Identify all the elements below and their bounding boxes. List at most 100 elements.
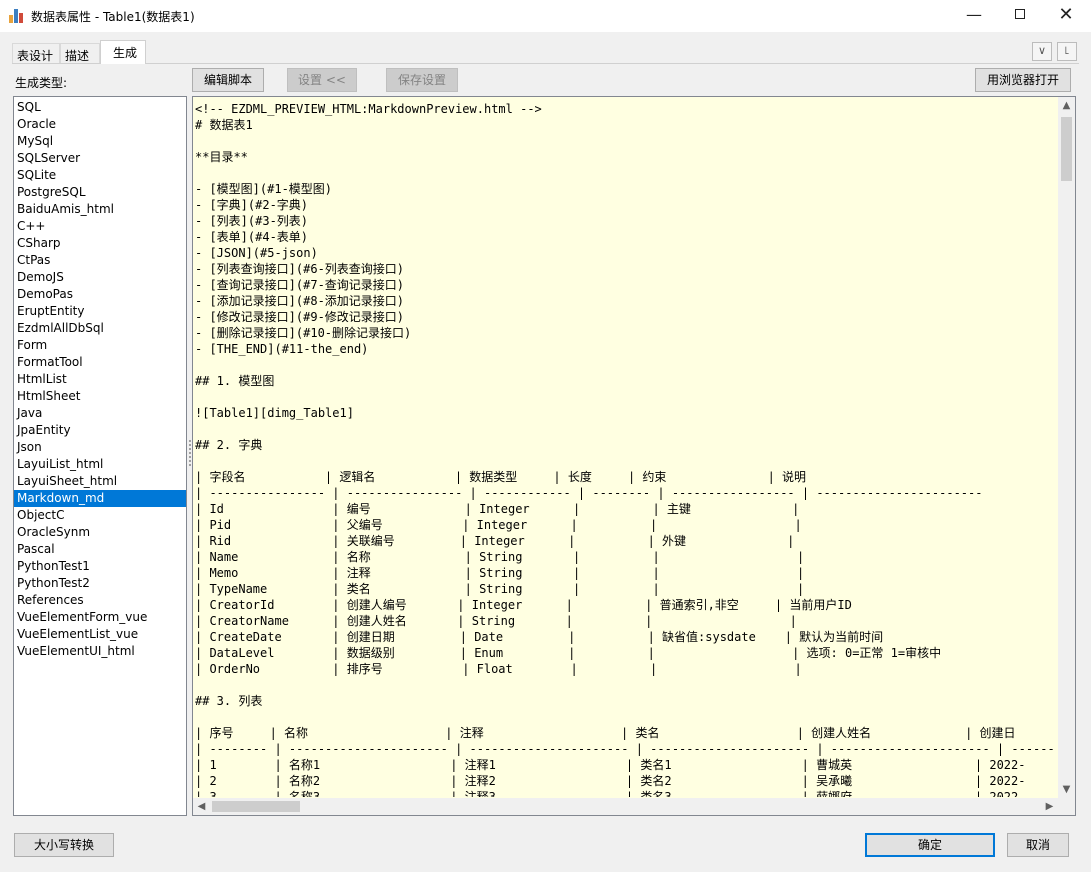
list-item[interactable]: PythonTest2 <box>14 575 186 592</box>
code-line: | CreatorName | 创建人姓名 | String | | | <box>195 614 797 628</box>
list-item[interactable]: Oracle <box>14 116 186 133</box>
list-item[interactable]: LayuiSheet_html <box>14 473 186 490</box>
vertical-scrollbar[interactable]: ▲ ▼ <box>1058 97 1075 798</box>
list-item[interactable]: VueElementForm_vue <box>14 609 186 626</box>
list-item[interactable]: DemoJS <box>14 269 186 286</box>
list-item[interactable]: Pascal <box>14 541 186 558</box>
code-line: ## 3. 列表 <box>195 694 263 708</box>
code-line: | OrderNo | 排序号 | Float | | | <box>195 662 802 676</box>
code-line: ## 1. 模型图 <box>195 374 275 388</box>
code-line: - [修改记录接口](#9-修改记录接口) <box>195 310 405 324</box>
code-line: ![Table1][dimg_Table1] <box>195 406 354 420</box>
code-line: - [添加记录接口](#8-添加记录接口) <box>195 294 405 308</box>
list-item[interactable]: DemoPas <box>14 286 186 303</box>
code-line: - [JSON](#5-json) <box>195 246 318 260</box>
list-item[interactable]: EzdmlAllDbSql <box>14 320 186 337</box>
list-item[interactable]: Java <box>14 405 186 422</box>
list-item[interactable]: CtPas <box>14 252 186 269</box>
code-text[interactable]: <!-- EZDML_PREVIEW_HTML:MarkdownPreview.… <box>195 99 1058 797</box>
case-convert-button[interactable]: 大小写转换 <box>14 833 114 857</box>
code-line: # 数据表1 <box>195 118 253 132</box>
scroll-right-icon[interactable]: ▶ <box>1041 798 1058 815</box>
open-in-browser-button[interactable]: 用浏览器打开 <box>975 68 1071 92</box>
list-item[interactable]: C++ <box>14 218 186 235</box>
code-line: - [删除记录接口](#10-删除记录接口) <box>195 326 412 340</box>
title-bar: 数据表属性 - Table1(数据表1) — ✕ <box>0 0 1091 32</box>
horizontal-scroll-thumb[interactable] <box>212 801 300 812</box>
tab-description[interactable]: 描述 <box>60 43 100 63</box>
scroll-corner <box>1058 798 1075 815</box>
list-item[interactable]: SQLite <box>14 167 186 184</box>
list-item[interactable]: FormatTool <box>14 354 186 371</box>
code-line: | Name | 名称 | String | | | <box>195 550 805 564</box>
pin-button[interactable]: ꜖ <box>1057 42 1077 61</box>
edit-script-button[interactable]: 编辑脚本 <box>192 68 264 92</box>
list-item[interactable]: JpaEntity <box>14 422 186 439</box>
list-item[interactable]: HtmlSheet <box>14 388 186 405</box>
maximize-button[interactable] <box>997 0 1043 32</box>
vertical-scroll-thumb[interactable] <box>1061 117 1072 181</box>
code-line: - [列表](#3-列表) <box>195 214 309 228</box>
code-line: - [模型图](#1-模型图) <box>195 182 333 196</box>
tab-generate[interactable]: 生成 <box>100 40 146 64</box>
list-item[interactable]: VueElementUI_html <box>14 643 186 660</box>
list-item[interactable]: Markdown_md <box>14 490 186 507</box>
settings-button[interactable]: 设置 << <box>287 68 357 92</box>
app-icon <box>9 9 23 23</box>
list-item[interactable]: BaiduAmis_html <box>14 201 186 218</box>
code-line: - [查询记录接口](#7-查询记录接口) <box>195 278 405 292</box>
list-item[interactable]: VueElementList_vue <box>14 626 186 643</box>
code-line: ## 2. 字典 <box>195 438 263 452</box>
code-line: | 字段名 | 逻辑名 | 数据类型 | 长度 | 约束 | 说明 <box>195 470 807 484</box>
list-item[interactable]: EruptEntity <box>14 303 186 320</box>
generate-type-list[interactable]: SQL Oracle MySql SQLServer SQLite PostgreSQL B… <box>13 96 187 816</box>
code-line: **目录** <box>195 150 248 164</box>
scroll-up-icon[interactable]: ▲ <box>1058 97 1075 114</box>
list-item[interactable]: SQL <box>14 99 186 116</box>
list-item[interactable]: ObjectC <box>14 507 186 524</box>
code-line: - [列表查询接口](#6-列表查询接口) <box>195 262 405 276</box>
code-line: | 2 | 名称2 | 注释2 | 类名2 | 吴承曦 | 2022- <box>195 774 1026 788</box>
list-item[interactable]: OracleSynm <box>14 524 186 541</box>
list-item[interactable]: LayuiList_html <box>14 456 186 473</box>
code-line: - [表单](#4-表单) <box>195 230 309 244</box>
code-line: | Id | 编号 | Integer | | 主键 | <box>195 502 800 516</box>
splitter-grip[interactable] <box>189 440 191 470</box>
collapse-button[interactable]: ∨ <box>1032 42 1052 61</box>
scroll-left-icon[interactable]: ◀ <box>193 798 210 815</box>
code-line: | Memo | 注释 | String | | | <box>195 566 805 580</box>
code-line: - [字典](#2-字典) <box>195 198 309 212</box>
save-settings-button[interactable]: 保存设置 <box>386 68 458 92</box>
close-button[interactable]: ✕ <box>1043 0 1089 32</box>
list-item[interactable]: PythonTest1 <box>14 558 186 575</box>
horizontal-scrollbar[interactable]: ◀ ▶ <box>193 798 1058 815</box>
minimize-button[interactable]: — <box>951 0 997 32</box>
tab-divider <box>12 63 1079 64</box>
list-item[interactable]: SQLServer <box>14 150 186 167</box>
list-item[interactable]: MySql <box>14 133 186 150</box>
list-item[interactable]: Form <box>14 337 186 354</box>
tab-table-design[interactable]: 表设计 <box>12 43 60 63</box>
code-line: | 1 | 名称1 | 注释1 | 类名1 | 曹城英 | 2022- <box>195 758 1026 772</box>
generate-type-label: 生成类型: <box>15 76 68 90</box>
code-line: | DataLevel | 数据级别 | Enum | | | 选项: 0=正常… <box>195 646 942 660</box>
list-item[interactable]: References <box>14 592 186 609</box>
code-line: | ---------------- | ---------------- | … <box>195 486 983 500</box>
code-line: | Rid | 关联编号 | Integer | | 外键 | <box>195 534 795 548</box>
list-item[interactable]: Json <box>14 439 186 456</box>
code-line: | CreatorId | 创建人编号 | Integer | | 普通索引,非… <box>195 598 852 612</box>
code-line: | -------- | ---------------------- | --… <box>195 742 1055 756</box>
scroll-down-icon[interactable]: ▼ <box>1058 781 1075 798</box>
code-line: | Pid | 父编号 | Integer | | | <box>195 518 802 532</box>
code-editor[interactable]: <!-- EZDML_PREVIEW_HTML:MarkdownPreview.… <box>192 96 1076 816</box>
window-title: 数据表属性 - Table1(数据表1) <box>31 10 195 24</box>
maximize-icon <box>1015 9 1025 19</box>
code-line: | 3 | 名称3 | 注释3 | 类名3 | 薛娜府 | 2022- <box>195 790 1026 797</box>
code-line: | TypeName | 类名 | String | | | <box>195 582 805 596</box>
list-item[interactable]: PostgreSQL <box>14 184 186 201</box>
ok-button[interactable]: 确定 <box>865 833 995 857</box>
list-item[interactable]: HtmlList <box>14 371 186 388</box>
code-line: | 序号 | 名称 | 注释 | 类名 | 创建人姓名 | 创建日 <box>195 726 1016 740</box>
list-item[interactable]: CSharp <box>14 235 186 252</box>
cancel-button[interactable]: 取消 <box>1007 833 1069 857</box>
